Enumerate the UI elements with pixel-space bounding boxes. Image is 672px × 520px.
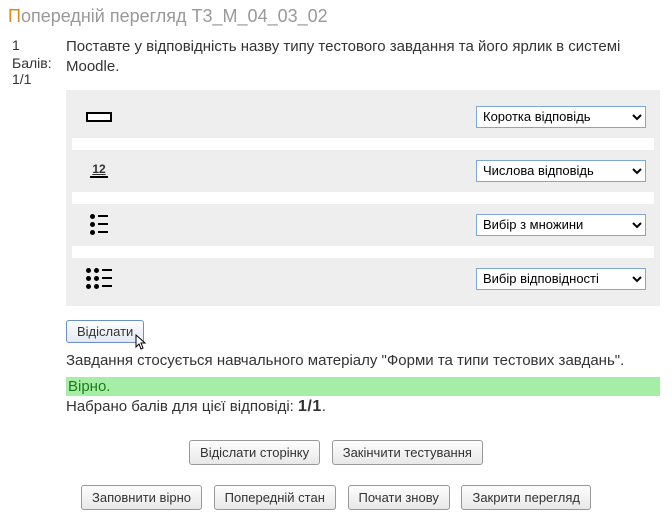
close-preview-button[interactable]: Закрити перегляд <box>461 485 591 510</box>
match-row: Вибір з множини <box>72 204 654 246</box>
match-row: Вибір відповідності <box>72 258 654 300</box>
secondary-actions: Заповнити вірно Попередній стан Почати з… <box>0 485 672 520</box>
question-number: 1 <box>12 37 66 53</box>
match-select-2[interactable]: Числова відповідь <box>476 160 646 182</box>
page-title-accent: П <box>8 6 21 26</box>
multichoice-icon <box>80 214 118 235</box>
submit-button[interactable]: Відіслати <box>66 320 144 343</box>
primary-actions: Відіслати сторінку Закінчити тестування <box>0 440 672 475</box>
match-row: 12 Числова відповідь <box>72 150 654 192</box>
previous-state-button[interactable]: Попередній стан <box>214 485 336 510</box>
question-content: Поставте у відповідність назву типу тест… <box>66 37 660 416</box>
fill-correct-button[interactable]: Заповнити вірно <box>81 485 202 510</box>
marks-label: Балів: <box>12 55 66 71</box>
question-block: 1 Балів: 1/1 Поставте у відповідність на… <box>0 37 672 416</box>
numerical-icon: 12 <box>80 163 118 178</box>
match-select-3[interactable]: Вибір з множини <box>476 214 646 236</box>
start-again-button[interactable]: Почати знову <box>348 485 450 510</box>
submit-page-button[interactable]: Відіслати сторінку <box>189 440 320 465</box>
question-text: Поставте у відповідність назву типу тест… <box>66 37 660 78</box>
score-value: 1/1 <box>298 398 322 415</box>
score-line: Набрано балів для цієї відповіді: 1/1. <box>66 398 660 416</box>
match-table: Коротка відповідь 12 Числова відповідь <box>66 90 660 306</box>
task-note: Завдання стосується навчального матеріал… <box>66 351 660 371</box>
page-title: Попередній перегляд Т3_М_04_03_02 <box>0 0 672 37</box>
match-row: Коротка відповідь <box>72 96 654 138</box>
cursor-icon <box>135 334 149 352</box>
page-title-rest: опередній перегляд Т3_М_04_03_02 <box>21 6 328 26</box>
match-select-4[interactable]: Вибір відповідності <box>476 268 646 290</box>
finish-attempt-button[interactable]: Закінчити тестування <box>332 440 483 465</box>
question-meta: 1 Балів: 1/1 <box>12 37 66 416</box>
shortanswer-icon <box>80 112 118 122</box>
marks-value: 1/1 <box>12 71 66 87</box>
feedback-correct: Вірно. <box>66 377 660 396</box>
match-select-1[interactable]: Коротка відповідь <box>476 106 646 128</box>
match-icon <box>80 268 118 289</box>
